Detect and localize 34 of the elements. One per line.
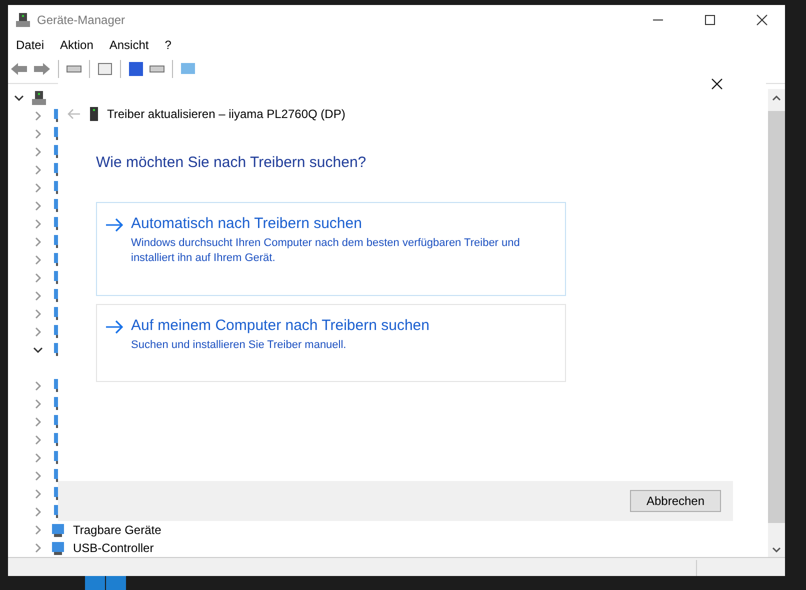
back-arrow-icon[interactable] xyxy=(67,108,81,120)
monitor-icon[interactable] xyxy=(180,61,196,77)
device-icon xyxy=(50,540,66,556)
device-icon xyxy=(50,522,66,538)
tree-item-label[interactable]: USB-Controller xyxy=(73,541,154,555)
window-title: Geräte-Manager xyxy=(37,13,126,27)
dialog-heading: Wie möchten Sie nach Treibern suchen? xyxy=(96,154,368,171)
scroll-up-icon[interactable] xyxy=(772,95,781,101)
window-icon[interactable] xyxy=(97,61,113,77)
arrow-icon xyxy=(105,320,124,334)
computer-icon xyxy=(31,90,47,106)
search-option[interactable]: Auf meinem Computer nach Treibern suchen Suchen und installieren Sie Treiber manuell. xyxy=(96,304,566,382)
menu-item[interactable]: Datei xyxy=(8,38,52,52)
menu-item[interactable]: Aktion xyxy=(52,38,102,52)
tree-item-label[interactable]: Tragbare Geräte xyxy=(73,523,162,537)
search-option[interactable]: Automatisch nach Treibern suchen Windows durchsucht Ihren Computer nach dem besten verfügbaren Treiber und installiert ihn auf Ihrem Gerät. xyxy=(96,202,566,296)
desktop-icon[interactable] xyxy=(106,575,126,590)
close-icon[interactable] xyxy=(756,14,768,26)
maximize-icon[interactable] xyxy=(705,15,715,25)
desktop-icon[interactable] xyxy=(85,575,105,590)
back-icon[interactable] xyxy=(10,61,28,77)
monitor-device-icon xyxy=(90,107,98,121)
minimize-icon[interactable] xyxy=(653,19,663,21)
menu-item[interactable]: ? xyxy=(156,38,180,52)
scroll-down-icon[interactable] xyxy=(772,547,781,553)
chevron-icon[interactable] xyxy=(33,345,43,355)
dialog-title: Treiber aktualisieren – iiyama PL2760Q (DP) xyxy=(107,107,346,121)
menu-item[interactable]: Ansicht xyxy=(101,38,157,52)
close-icon[interactable] xyxy=(711,78,723,90)
computer-icon xyxy=(15,12,31,28)
arrow-icon xyxy=(105,218,124,232)
chevron-icon[interactable] xyxy=(14,93,24,103)
forward-icon[interactable] xyxy=(33,61,51,77)
cancel-button[interactable]: Abbrechen xyxy=(630,490,721,512)
